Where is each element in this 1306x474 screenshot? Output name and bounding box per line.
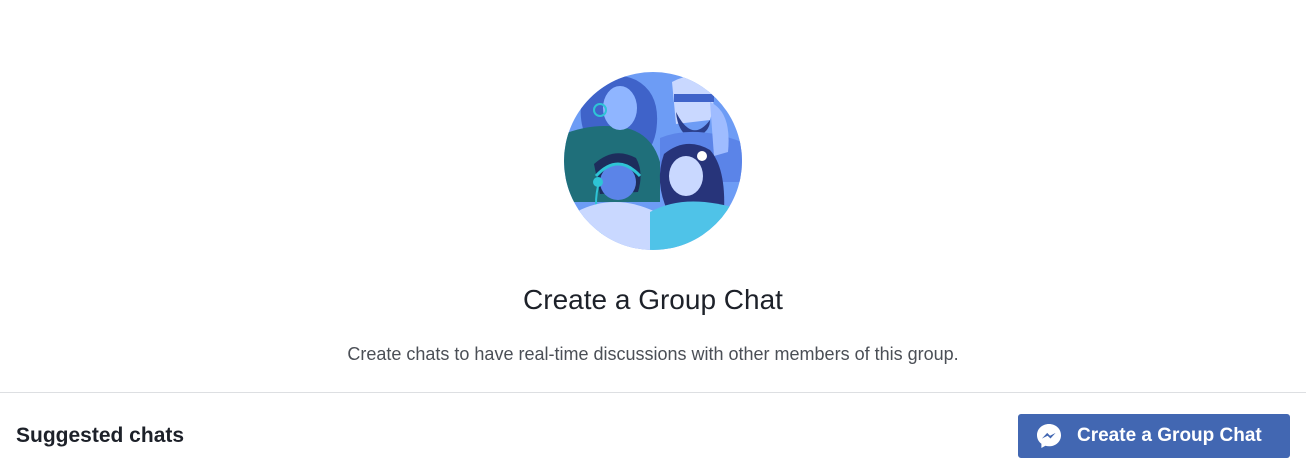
empty-state-description: Create chats to have real-time discussio… <box>347 344 959 364</box>
create-group-chat-button-label: Create a Group Chat <box>1077 425 1262 446</box>
messenger-icon <box>1037 424 1061 448</box>
create-group-chat-button[interactable]: Create a Group Chat <box>1018 414 1290 458</box>
suggested-chats-header: Suggested chats Create a Group Chat <box>0 393 1306 474</box>
suggested-chats-heading: Suggested chats <box>16 424 185 447</box>
empty-state-title: Create a Group Chat <box>523 284 783 315</box>
group-of-people-illustration <box>564 72 742 250</box>
group-chats-page: Create a Group Chat Create chats to have… <box>0 0 1306 474</box>
empty-state: Create a Group Chat Create chats to have… <box>0 0 1306 392</box>
